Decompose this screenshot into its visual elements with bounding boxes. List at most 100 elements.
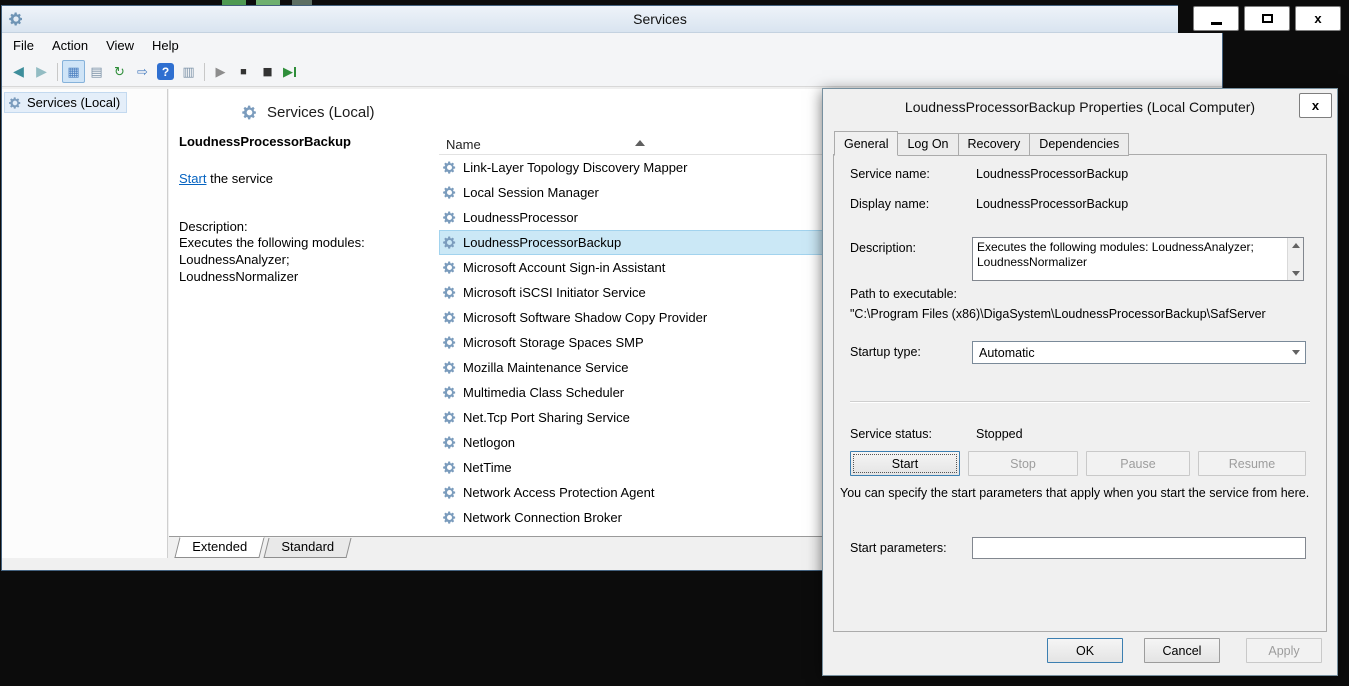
back-icon[interactable]: ◀ [7,60,30,83]
chevron-down-icon [1292,350,1300,355]
stop-button[interactable]: Stop [968,451,1078,476]
service-gear-icon [442,460,457,475]
service-name: Microsoft Account Sign-in Assistant [463,260,665,275]
scroll-down-button[interactable] [1288,266,1303,280]
service-gear-icon [442,410,457,425]
service-name: LoudnessProcessor [463,210,578,225]
service-status-label: Service status: [850,427,932,441]
toolbar: ◀ ▶ ▦ ▤ ↻ ⇨ ? ▥ ▶ ■ ▮▮ ▶ [2,57,1222,87]
tree-item-services-local[interactable]: Services (Local) [4,92,127,113]
service-name: Microsoft Storage Spaces SMP [463,335,644,350]
service-gear-icon [442,210,457,225]
sort-ascending-icon [635,140,645,146]
show-console-tree-icon[interactable]: ▦ [62,60,85,83]
general-tab-page: Service name: LoudnessProcessorBackup Di… [833,154,1327,632]
stop-service-icon[interactable]: ■ [232,60,255,83]
service-name: Network Access Protection Agent [463,485,654,500]
path-value: "C:\Program Files (x86)\DigaSystem\Loudn… [850,307,1322,321]
services-gear-icon [8,96,22,110]
service-name: Microsoft Software Shadow Copy Provider [463,310,707,325]
menu-help[interactable]: Help [143,35,188,56]
toolbar-separator [204,63,205,81]
service-gear-icon [442,485,457,500]
dialog-title: LoudnessProcessorBackup Properties (Loca… [905,99,1255,115]
service-name: Local Session Manager [463,185,599,200]
start-button[interactable]: Start [850,451,960,476]
tab-log-on[interactable]: Log On [898,133,958,156]
close-button[interactable]: x [1295,6,1341,31]
title-bar[interactable]: Services [2,6,1222,33]
content-header: Services (Local) [241,104,375,121]
service-name: NetTime [463,460,512,475]
export-list-icon[interactable]: ⇨ [131,60,154,83]
scroll-up-button[interactable] [1288,238,1303,252]
service-gear-icon [442,185,457,200]
section-divider [850,401,1310,403]
dialog-title-bar[interactable]: LoudnessProcessorBackup Properties (Loca… [823,89,1337,123]
service-gear-icon [442,285,457,300]
window-view-icon[interactable]: ▤ [85,60,108,83]
close-icon: x [1312,98,1319,113]
menu-action[interactable]: Action [43,35,97,56]
show-action-pane-icon[interactable]: ▥ [177,60,200,83]
service-name: Network Connection Broker [463,510,622,525]
path-label: Path to executable: [850,287,957,301]
pause-button[interactable]: Pause [1086,451,1190,476]
window-title: Services [633,11,687,27]
service-name-value: LoudnessProcessorBackup [976,167,1128,181]
close-icon: x [1314,11,1321,26]
pause-service-icon[interactable]: ▮▮ [255,60,278,83]
chevron-down-icon [1292,271,1300,276]
service-name: Mozilla Maintenance Service [463,360,628,375]
menu-view[interactable]: View [97,35,143,56]
startup-type-label: Startup type: [850,345,921,359]
help-icon[interactable]: ? [154,60,177,83]
ok-button[interactable]: OK [1047,638,1123,663]
start-service-link[interactable]: Start [179,171,206,186]
tab-dependencies[interactable]: Dependencies [1030,133,1129,156]
forward-icon[interactable]: ▶ [30,60,53,83]
service-gear-icon [442,510,457,525]
service-gear-icon [442,435,457,450]
description-scrollbar [1287,238,1303,280]
resume-button[interactable]: Resume [1198,451,1306,476]
service-action-line: Start the service [179,171,437,186]
menu-file[interactable]: File [4,35,43,56]
tab-extended[interactable]: Extended [174,537,264,558]
tab-recovery[interactable]: Recovery [959,133,1031,156]
maximize-icon [1262,14,1273,23]
properties-dialog: LoudnessProcessorBackup Properties (Loca… [822,88,1338,676]
description-line: LoudnessAnalyzer; [179,251,437,268]
tab-general[interactable]: General [834,131,898,156]
refresh-icon[interactable]: ↻ [108,60,131,83]
toolbar-separator [57,63,58,81]
start-parameters-label: Start parameters: [850,541,947,555]
startup-type-dropdown[interactable]: Automatic [972,341,1306,364]
app-gear-icon [8,11,24,30]
description-textbox[interactable]: Executes the following modules: Loudness… [972,237,1304,281]
description-line: Executes the following modules: [179,234,437,251]
background-window-captions: x [1178,4,1349,33]
desktop: x Services File Action View Help ◀ ▶ ▦ ▤… [0,0,1349,686]
description-line: LoudnessNormalizer [179,268,437,285]
maximize-button[interactable] [1244,6,1290,31]
display-name-label: Display name: [850,197,929,211]
selected-service-name: LoudnessProcessorBackup [179,134,437,149]
action-suffix: the service [206,171,272,186]
minimize-button[interactable] [1193,6,1239,31]
start-parameters-input[interactable] [972,537,1306,559]
tab-standard[interactable]: Standard [263,538,351,558]
service-name: Microsoft iSCSI Initiator Service [463,285,646,300]
start-service-icon[interactable]: ▶ [209,60,232,83]
dialog-close-button[interactable]: x [1299,93,1332,118]
service-gear-icon [442,235,457,250]
service-gear-icon [442,160,457,175]
tree-item-label: Services (Local) [27,95,120,110]
service-gear-icon [442,385,457,400]
restart-service-icon[interactable]: ▶ [278,60,301,83]
chevron-up-icon [1292,243,1300,248]
dropdown-area[interactable] [1287,342,1305,363]
cancel-button[interactable]: Cancel [1144,638,1220,663]
apply-button[interactable]: Apply [1246,638,1322,663]
service-name: Net.Tcp Port Sharing Service [463,410,630,425]
